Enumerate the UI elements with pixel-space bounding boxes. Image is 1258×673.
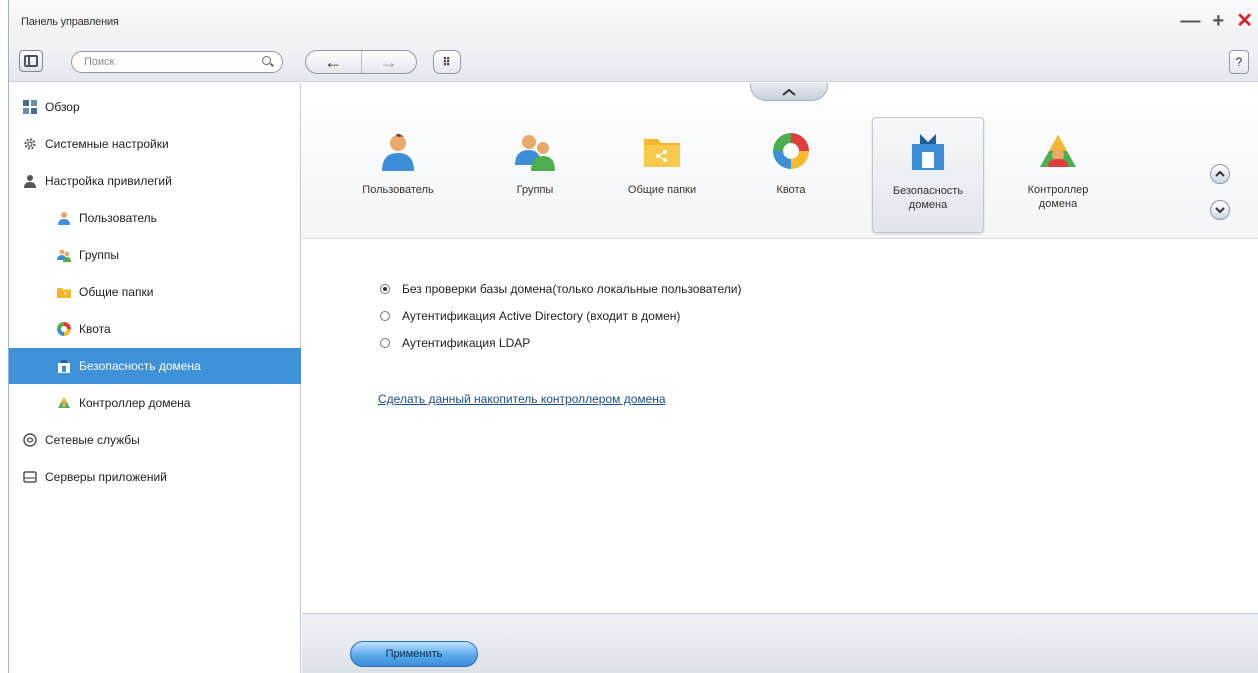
sidebar-item-label: Пользователь [79, 211, 157, 225]
sidebar-item-label: Системные настройки [45, 137, 169, 151]
domain-controller-icon [57, 396, 71, 410]
gear-icon [23, 137, 37, 151]
navigation-buttons: ← → [305, 50, 417, 74]
sidebar-item-app-servers[interactable]: Серверы приложений [9, 459, 301, 495]
tile-label: Общие папки [627, 184, 697, 196]
sidebar-item-shared-folders[interactable]: Общие папки [9, 274, 301, 310]
server-icon [23, 470, 37, 484]
search-input[interactable] [84, 56, 262, 68]
sidebar-item-label: Квота [79, 322, 111, 336]
sidebar-item-system-settings[interactable]: Системные настройки [9, 126, 301, 162]
tile-label: Безопасность домена [892, 185, 964, 211]
overview-icon [23, 100, 37, 114]
domain-security-content: Без проверки базы домена(только локальны… [302, 240, 1258, 612]
quota-icon [57, 322, 71, 336]
sidebar-item-label: Безопасность домена [79, 359, 201, 373]
sidebar-item-domain-security[interactable]: Безопасность домена [9, 348, 301, 384]
option-label: Аутентификация Active Directory (входит … [402, 309, 681, 323]
option-ldap[interactable]: Аутентификация LDAP [380, 334, 530, 352]
user-icon [23, 174, 37, 188]
sidebar-item-overview[interactable]: Обзор [9, 89, 301, 125]
forward-button[interactable]: → [360, 51, 417, 73]
sidebar-toggle-button[interactable] [19, 50, 43, 72]
sidebar-item-user[interactable]: Пользователь [9, 200, 301, 236]
network-icon [23, 433, 37, 447]
sidebar-item-label: Контроллер домена [79, 396, 191, 410]
folder-icon [644, 139, 680, 167]
tile-domain-controller[interactable]: Контроллер домена [1002, 117, 1114, 233]
radio-button[interactable] [380, 311, 390, 321]
category-icon-bar: Пользователь Группы Общие папки Квота Бе… [302, 83, 1258, 239]
domain-security-icon [57, 359, 71, 373]
sidebar-item-label: Настройка привилегий [45, 174, 172, 188]
tile-quota[interactable]: Квота [735, 117, 847, 233]
sidebar-item-network-services[interactable]: Сетевые службы [9, 422, 301, 458]
tile-user[interactable]: Пользователь [342, 117, 454, 233]
quota-icon [773, 133, 809, 169]
group-icon [515, 135, 555, 171]
radio-button[interactable] [380, 284, 390, 294]
toolbar: ← → ⠿ ? [9, 42, 1258, 82]
title-bar: Панель управления — + ✕ [9, 0, 1258, 42]
radio-button[interactable] [380, 338, 390, 348]
window-title: Панель управления [21, 16, 119, 28]
sidebar-item-label: Обзор [45, 100, 80, 114]
control-panel-window: Панель управления — + ✕ ← → ⠿ ? Обзор [8, 0, 1258, 673]
close-button[interactable]: ✕ [1236, 11, 1253, 31]
chevron-down-icon [1215, 207, 1225, 213]
grid-icon: ⠿ [442, 56, 452, 69]
folder-icon [57, 285, 71, 299]
sidebar-item-label: Общие папки [79, 285, 154, 299]
sidebar: Обзор Системные настройки Настройка прив… [9, 83, 301, 673]
sidebar-item-label: Группы [79, 248, 119, 262]
apply-button[interactable]: Применить [350, 641, 478, 667]
sidebar-item-privileges[interactable]: Настройка привилегий [9, 163, 301, 199]
option-active-directory[interactable]: Аутентификация Active Directory (входит … [380, 307, 680, 325]
tile-label: Квота [776, 184, 806, 196]
user-icon [382, 133, 414, 171]
tile-label: Группы [516, 184, 554, 196]
main-panel: Пользователь Группы Общие папки Квота Бе… [302, 83, 1258, 673]
option-no-domain[interactable]: Без проверки базы домена(только локальны… [380, 280, 741, 298]
tile-groups[interactable]: Группы [479, 117, 591, 233]
tile-label: Пользователь [362, 184, 434, 196]
tile-domain-security[interactable]: Безопасность домена [872, 117, 984, 233]
domain-security-icon [912, 134, 944, 170]
chevron-up-icon [782, 88, 796, 96]
maximize-button[interactable]: + [1213, 11, 1225, 31]
back-button[interactable]: ← [306, 51, 361, 73]
footer-bar: Применить [302, 613, 1258, 673]
domain-controller-icon [1040, 135, 1076, 167]
minimize-button[interactable]: — [1181, 11, 1201, 31]
help-button[interactable]: ? [1229, 50, 1249, 74]
chevron-up-icon [1215, 171, 1225, 177]
option-label: Без проверки базы домена(только локальны… [402, 282, 742, 296]
user-icon [57, 211, 71, 225]
group-icon [57, 248, 71, 262]
search-icon[interactable] [262, 56, 274, 68]
option-label: Аутентификация LDAP [402, 336, 531, 350]
sidebar-item-domain-controller[interactable]: Контроллер домена [9, 385, 301, 421]
search-box [71, 51, 283, 73]
apps-grid-button[interactable]: ⠿ [433, 50, 461, 74]
scroll-down-button[interactable] [1210, 200, 1230, 220]
sidebar-item-groups[interactable]: Группы [9, 237, 301, 273]
tile-label: Контроллер домена [1027, 184, 1089, 210]
make-domain-controller-link[interactable]: Сделать данный накопитель контроллером д… [378, 392, 666, 406]
sidebar-item-label: Серверы приложений [45, 470, 167, 484]
collapse-toggle[interactable] [750, 83, 828, 101]
tile-shared-folders[interactable]: Общие папки [606, 117, 718, 233]
window-controls: — + ✕ [1181, 11, 1253, 31]
scroll-up-button[interactable] [1210, 164, 1230, 184]
sidebar-item-label: Сетевые службы [45, 433, 140, 447]
sidebar-item-quota[interactable]: Квота [9, 311, 301, 347]
panel-icon [24, 55, 38, 67]
